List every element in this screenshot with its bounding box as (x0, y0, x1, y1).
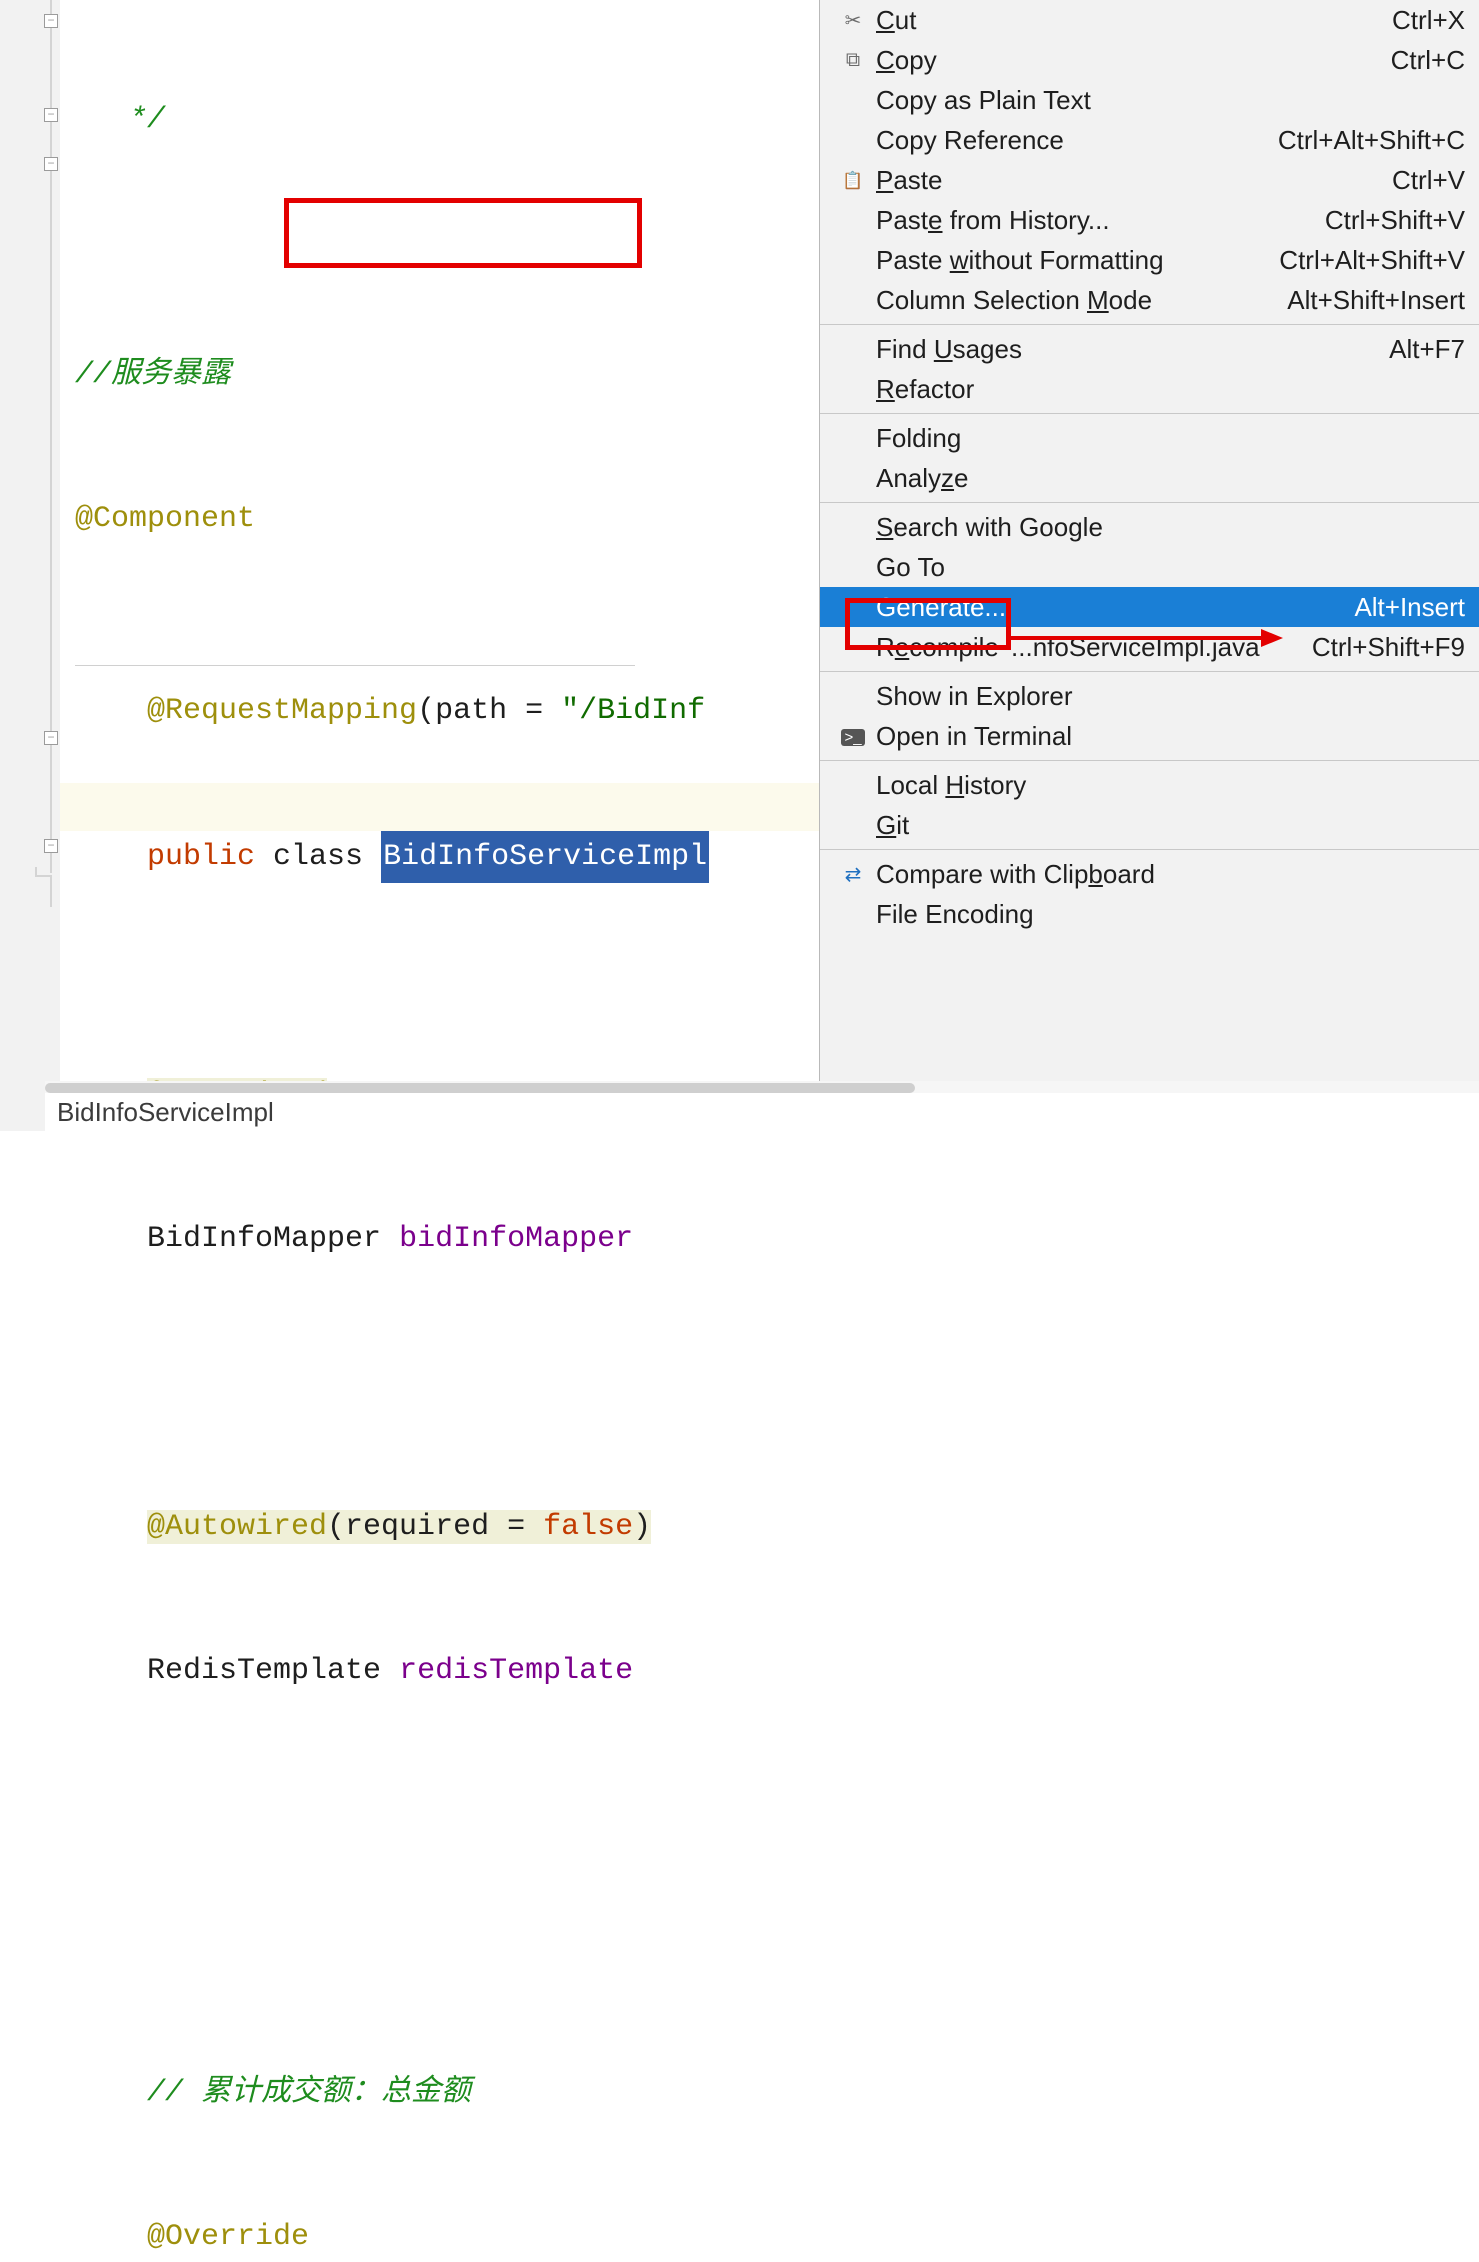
menu-show-explorer[interactable]: Show in Explorer (820, 676, 1479, 716)
selected-class-name[interactable]: BidInfoServiceImpl (381, 831, 709, 883)
menu-copy-reference[interactable]: Copy ReferenceCtrl+Alt+Shift+C (820, 120, 1479, 160)
breadcrumb[interactable]: BidInfoServiceImpl (45, 1093, 1479, 1131)
fold-toggle[interactable]: − (44, 157, 58, 171)
menu-analyze[interactable]: Analyze (820, 458, 1479, 498)
highlight-frame-generate (845, 598, 1011, 650)
menu-copy-plain[interactable]: Copy as Plain Text (820, 80, 1479, 120)
menu-separator (820, 413, 1479, 414)
menu-git[interactable]: Git (820, 805, 1479, 845)
cut-icon (834, 8, 872, 33)
menu-refactor[interactable]: Refactor (820, 369, 1479, 409)
field-bidinfomapper: bidInfoMapper (399, 1222, 633, 1256)
arrow-head-icon (1261, 629, 1283, 647)
menu-separator (820, 502, 1479, 503)
menu-local-history[interactable]: Local History (820, 765, 1479, 805)
copy-icon (834, 49, 872, 72)
menu-folding[interactable]: Folding (820, 418, 1479, 458)
menu-paste-history[interactable]: Paste from History...Ctrl+Shift+V (820, 200, 1479, 240)
menu-paste[interactable]: PasteCtrl+V (820, 160, 1479, 200)
menu-separator (820, 760, 1479, 761)
menu-compare-clipboard[interactable]: Compare with Clipboard (820, 854, 1479, 894)
menu-find-usages[interactable]: Find UsagesAlt+F7 (820, 329, 1479, 369)
terminal-icon (834, 725, 872, 748)
scrollbar-thumb[interactable] (45, 1083, 915, 1093)
context-menu: CutCtrl+X CopyCtrl+C Copy as Plain Text … (819, 0, 1479, 1131)
region-separator (75, 665, 635, 666)
fold-toggle[interactable]: − (44, 731, 58, 745)
menu-copy[interactable]: CopyCtrl+C (820, 40, 1479, 80)
menu-search-google[interactable]: Search with Google (820, 507, 1479, 547)
menu-separator (820, 849, 1479, 850)
menu-file-encoding[interactable]: File Encoding (820, 894, 1479, 934)
annotation-component: @Component (75, 502, 255, 536)
fold-toggle[interactable]: − (44, 108, 58, 122)
menu-paste-nofmt[interactable]: Paste without FormattingCtrl+Alt+Shift+V (820, 240, 1479, 280)
menu-open-terminal[interactable]: Open in Terminal (820, 716, 1479, 756)
menu-cut[interactable]: CutCtrl+X (820, 0, 1479, 40)
menu-column-selection[interactable]: Column Selection ModeAlt+Shift+Insert (820, 280, 1479, 320)
menu-goto[interactable]: Go To (820, 547, 1479, 587)
editor-gutter: − − − − − (0, 0, 60, 1131)
annotation-override: @Override (147, 2220, 309, 2254)
horizontal-scrollbar[interactable] (45, 1081, 1479, 1093)
fold-toggle[interactable]: − (44, 839, 58, 853)
code-text: */ (75, 103, 165, 137)
compare-icon (834, 862, 872, 887)
annotation-requestmapping: @RequestMapping (147, 694, 417, 728)
highlight-frame (284, 198, 642, 268)
fold-toggle[interactable]: − (44, 14, 58, 28)
code-comment: //服务暴露 (75, 358, 231, 392)
arrow-icon (1011, 636, 1261, 640)
menu-separator (820, 324, 1479, 325)
menu-separator (820, 671, 1479, 672)
code-comment: // 累计成交额：总金额 (147, 2076, 471, 2110)
paste-icon (834, 169, 872, 192)
annotation-autowired: @Autowired (147, 1510, 327, 1544)
field-redistemplate: redisTemplate (399, 1654, 633, 1688)
